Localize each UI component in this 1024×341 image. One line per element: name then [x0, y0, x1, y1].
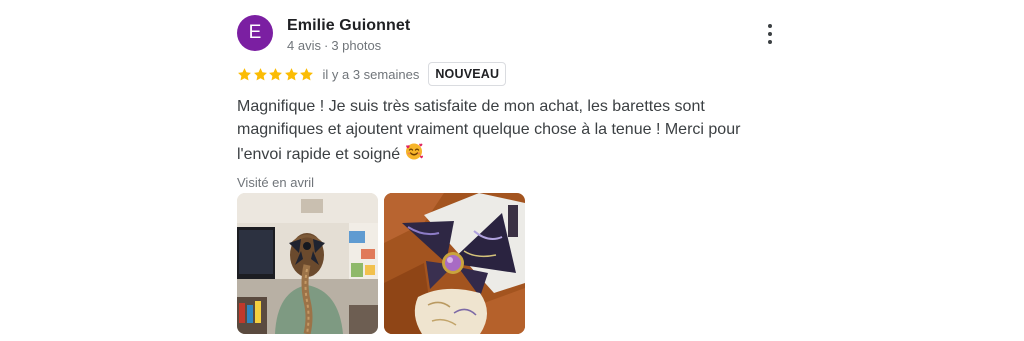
- star-icon: [299, 67, 314, 82]
- review-header: E Emilie Guionnet 4 avis · 3 photos: [237, 15, 782, 55]
- new-badge: NOUVEAU: [428, 62, 507, 86]
- review-photo-2[interactable]: [384, 193, 525, 334]
- review-card: E Emilie Guionnet 4 avis · 3 photos il y a…: [237, 15, 782, 334]
- visited-date: Visité en avril: [237, 175, 315, 190]
- avatar[interactable]: E: [237, 15, 273, 51]
- rating-row: il y a 3 semaines NOUVEAU: [237, 62, 507, 86]
- menu-dot: [768, 24, 772, 28]
- author-review-count: 4 avis: [287, 38, 321, 53]
- smiling-face-with-hearts-icon: [404, 141, 424, 169]
- photo-hair-bow-icon: [237, 193, 378, 334]
- photo-gallery: [237, 193, 531, 334]
- photo-scarves-icon: [384, 193, 525, 334]
- more-vert-icon[interactable]: [761, 21, 779, 47]
- star-rating: [237, 67, 315, 82]
- review-date: il y a 3 semaines: [322, 66, 420, 82]
- author-photo-count: 3 photos: [331, 38, 382, 53]
- author-meta: 4 avis · 3 photos: [287, 37, 410, 54]
- review-photo-1[interactable]: [237, 193, 378, 334]
- star-icon: [268, 67, 283, 82]
- review-text: Magnifique ! Je suis très satisfaite de …: [237, 96, 782, 169]
- star-icon: [253, 67, 268, 82]
- star-icon: [284, 67, 299, 82]
- menu-dot: [768, 32, 772, 36]
- author-info: Emilie Guionnet 4 avis · 3 photos: [287, 17, 410, 54]
- meta-separator: ·: [323, 38, 329, 53]
- menu-dot: [768, 40, 772, 44]
- star-icon: [237, 67, 252, 82]
- review-text-content: Magnifique ! Je suis très satisfaite de …: [237, 98, 741, 163]
- author-name[interactable]: Emilie Guionnet: [287, 17, 410, 35]
